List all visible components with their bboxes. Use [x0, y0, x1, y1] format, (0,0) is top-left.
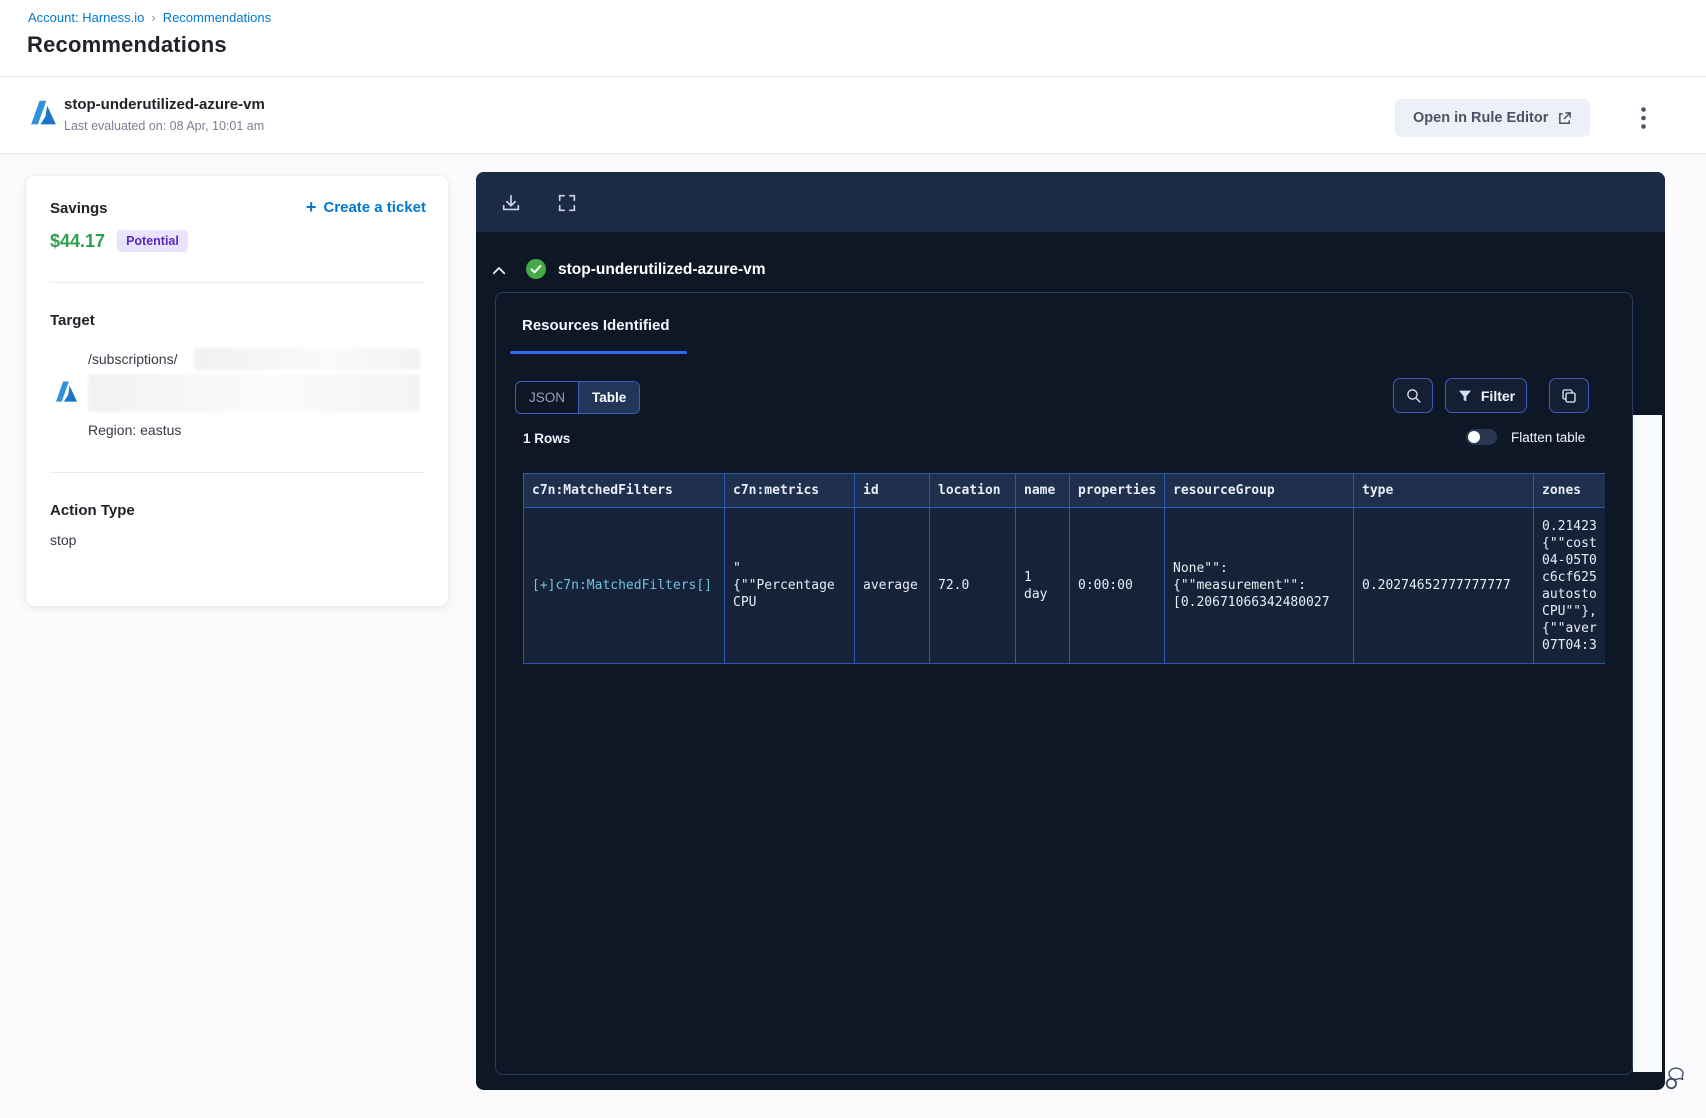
copy-button[interactable] — [1549, 378, 1589, 413]
chevron-right-icon: › — [151, 10, 156, 25]
download-icon — [502, 194, 520, 211]
resources-table-wrap: c7n:MatchedFilters c7n:metrics id locati… — [523, 473, 1605, 664]
external-link-icon — [1559, 111, 1572, 124]
rule-name: stop-underutilized-azure-vm — [64, 96, 265, 113]
view-toggle-json[interactable]: JSON — [516, 382, 578, 413]
cell-zones: 0.21423 {""cost 04-05T0 c6cf625 autosto … — [1533, 507, 1605, 664]
chevron-up-icon — [492, 267, 506, 275]
recommendations-page: Account: Harness.io › Recommendations Re… — [0, 0, 1706, 1118]
tab-active-underline — [510, 351, 687, 354]
recommendation-details-card: Savings + Create a ticket $44.17 Potenti… — [26, 176, 448, 606]
rule-result-header-row: stop-underutilized-azure-vm — [476, 256, 1665, 288]
col-header-matchedfilters: c7n:MatchedFilters — [523, 473, 725, 508]
filter-icon — [1458, 390, 1471, 401]
breadcrumb: Account: Harness.io › Recommendations — [28, 10, 271, 25]
table-header-row: c7n:MatchedFilters c7n:metrics id locati… — [523, 473, 1605, 508]
azure-icon — [31, 100, 56, 125]
last-evaluated-text: Last evaluated on: 08 Apr, 10:01 am — [64, 119, 265, 133]
flatten-toggle-group: Flatten table — [1466, 429, 1585, 445]
col-header-zones: zones — [1533, 473, 1605, 508]
cell-type: 0.20274652777777777 — [1353, 507, 1534, 664]
page-title: Recommendations — [27, 32, 227, 57]
download-button[interactable] — [500, 190, 526, 216]
divider — [50, 282, 424, 283]
fullscreen-button[interactable] — [556, 190, 582, 216]
rows-count: 1 Rows — [523, 431, 571, 446]
kebab-icon — [1640, 107, 1646, 129]
divider — [50, 472, 424, 473]
view-toggle-table[interactable]: Table — [578, 382, 640, 413]
search-button[interactable] — [1393, 378, 1433, 413]
vertical-scrollbar[interactable] — [1633, 415, 1662, 1072]
plus-icon: + — [305, 197, 317, 217]
flatten-table-label: Flatten table — [1511, 429, 1586, 445]
col-header-resourcegroup: resourceGroup — [1164, 473, 1354, 508]
resources-table: c7n:MatchedFilters c7n:metrics id locati… — [523, 473, 1605, 664]
create-ticket-label: Create a ticket — [323, 198, 426, 216]
potential-badge: Potential — [117, 230, 188, 252]
view-toggle: JSON Table — [515, 381, 641, 414]
col-header-properties: properties — [1069, 473, 1165, 508]
panel-toolbar — [476, 172, 1665, 232]
col-header-location: location — [929, 473, 1016, 508]
success-check-icon — [526, 259, 546, 279]
create-ticket-button[interactable]: + Create a ticket — [306, 198, 426, 216]
breadcrumb-recommendations-link[interactable]: Recommendations — [163, 10, 271, 25]
open-in-rule-editor-label: Open in Rule Editor — [1413, 110, 1549, 126]
cell-location: 72.0 — [929, 507, 1016, 664]
action-type-label: Action Type — [50, 502, 135, 519]
col-header-metrics: c7n:metrics — [724, 473, 855, 508]
support-chat-button[interactable] — [1662, 1060, 1696, 1094]
copy-icon — [1562, 388, 1576, 403]
redacted-text — [194, 348, 420, 370]
search-icon — [1406, 389, 1421, 403]
collapse-button[interactable] — [490, 260, 512, 282]
toggle-knob — [1468, 431, 1480, 443]
cell-resourcegroup: None"": {""measurement"": [0.20671066342… — [1164, 507, 1354, 664]
cell-metrics: " {""Percentage CPU — [724, 507, 855, 664]
cell-name: 1 day — [1015, 507, 1070, 664]
chat-bubbles-icon — [1665, 1067, 1684, 1090]
col-header-id: id — [854, 473, 930, 508]
col-header-type: type — [1353, 473, 1534, 508]
region-text: Region: eastus — [88, 422, 182, 438]
resources-card: Resources Identified JSON Table Filter 1… — [495, 292, 1633, 1075]
action-type-value: stop — [50, 532, 77, 548]
cell-id: average — [854, 507, 930, 664]
filter-label: Filter — [1480, 387, 1516, 404]
cell-matchedfilters-expander[interactable]: [+]c7n:MatchedFilters[] — [523, 507, 725, 664]
col-header-name: name — [1015, 473, 1070, 508]
fullscreen-icon — [558, 194, 576, 212]
breadcrumb-account-link[interactable]: Account: Harness.io — [28, 10, 144, 25]
savings-label: Savings — [50, 200, 108, 217]
table-row: [+]c7n:MatchedFilters[] " {""Percentage … — [523, 507, 1605, 664]
open-in-rule-editor-button[interactable]: Open in Rule Editor — [1395, 99, 1591, 137]
panel-rule-name: stop-underutilized-azure-vm — [558, 261, 766, 278]
more-options-button[interactable] — [1626, 101, 1660, 135]
savings-amount: $44.17 — [50, 230, 106, 251]
tab-resources-identified[interactable]: Resources Identified — [522, 317, 670, 334]
azure-icon — [55, 381, 78, 402]
filter-button[interactable]: Filter — [1445, 378, 1527, 413]
cell-properties: 0:00:00 — [1069, 507, 1165, 664]
target-path: /subscriptions/ — [88, 351, 178, 367]
flatten-table-toggle[interactable] — [1466, 429, 1497, 445]
target-label: Target — [50, 312, 95, 329]
evaluation-results-panel: stop-underutilized-azure-vm Resources Id… — [476, 172, 1665, 1090]
redacted-text — [88, 374, 420, 412]
